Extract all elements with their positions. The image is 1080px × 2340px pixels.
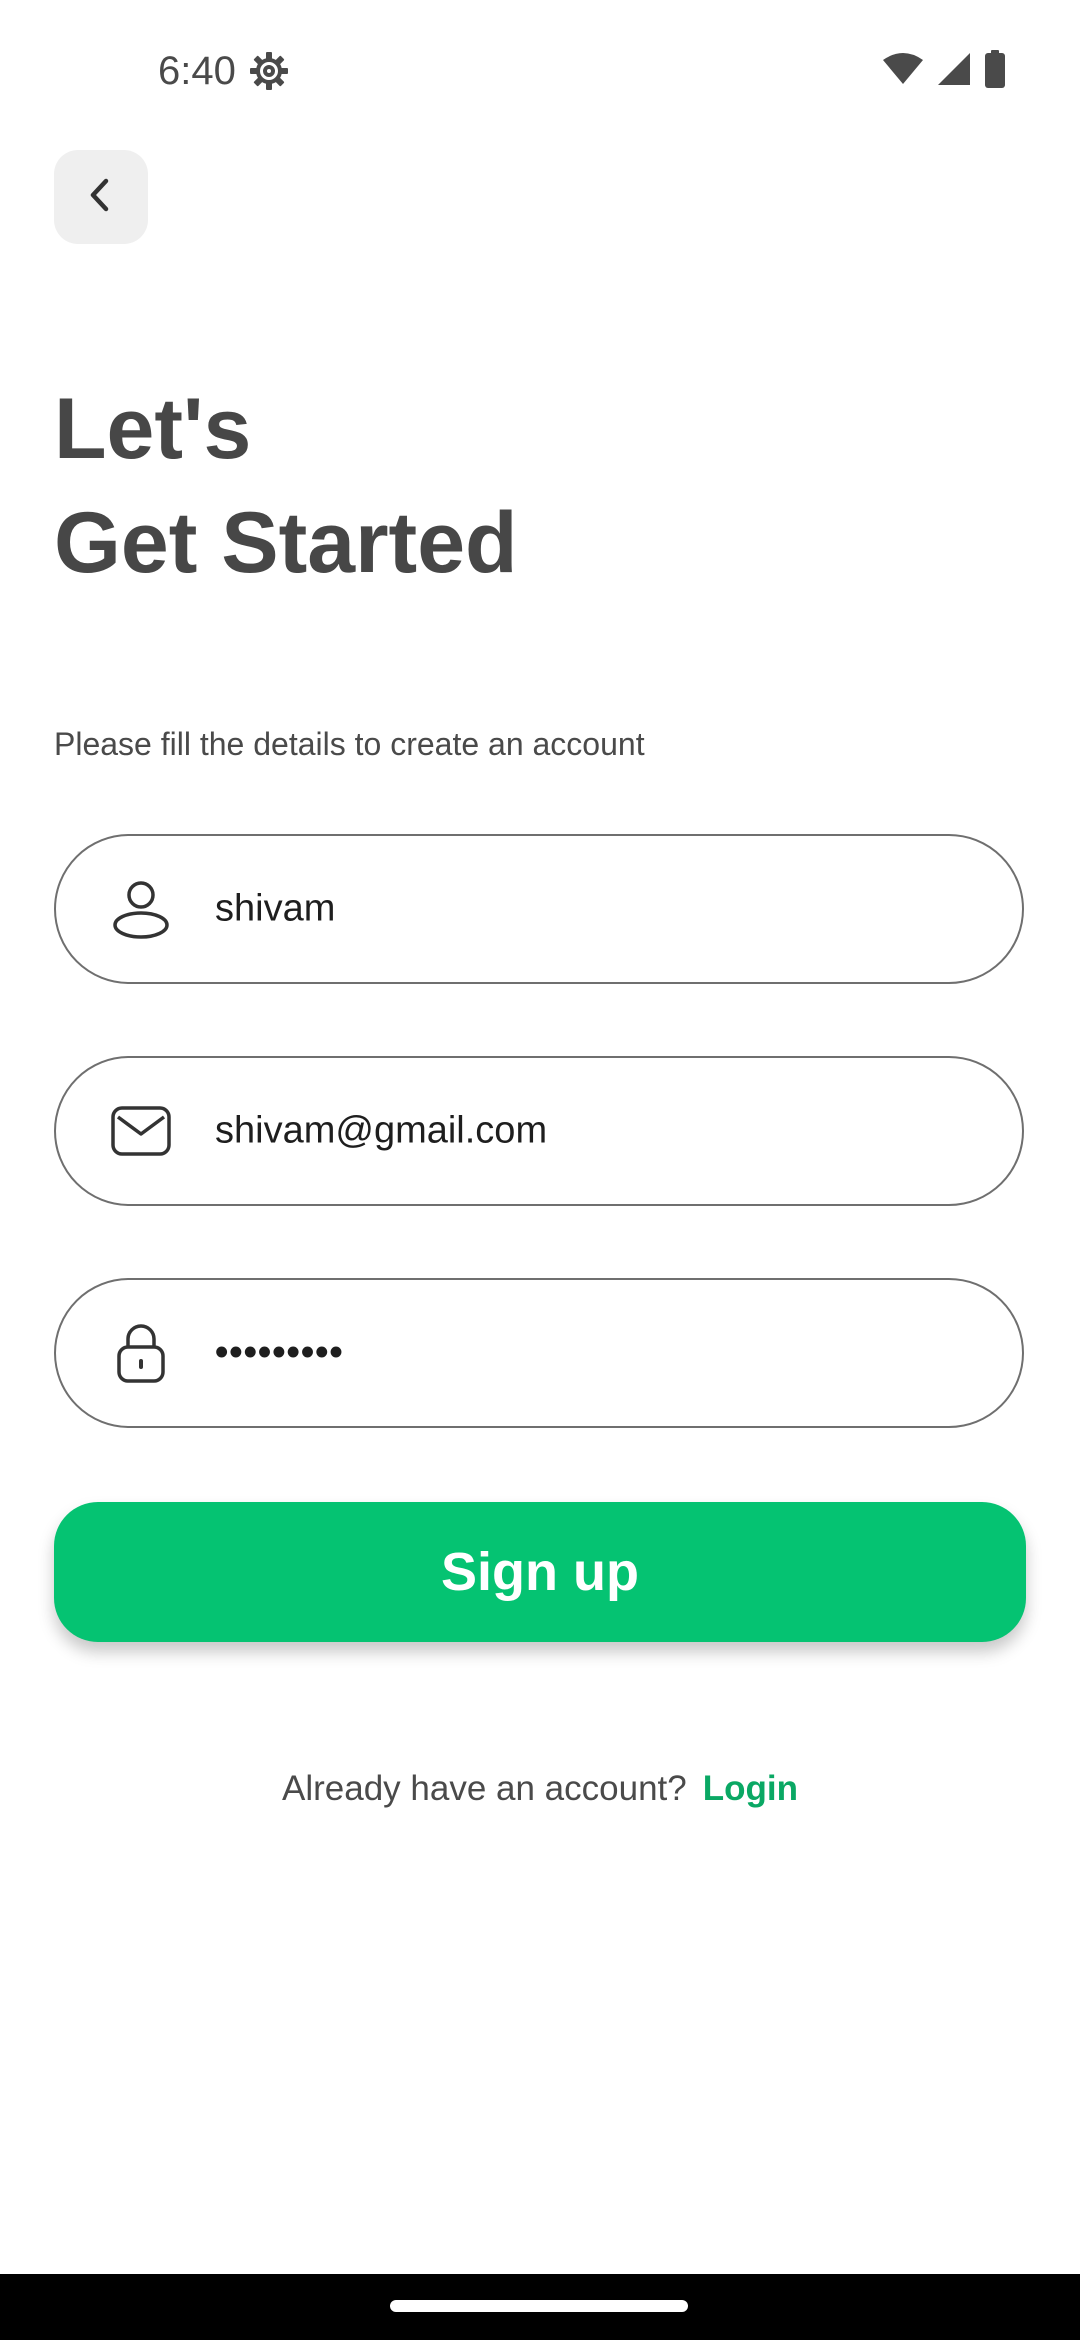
email-value: shivam@gmail.com bbox=[215, 1109, 548, 1152]
login-row: Already have an account? Login bbox=[0, 1764, 1080, 1814]
signup-button[interactable]: Sign up bbox=[54, 1502, 1026, 1642]
home-handle[interactable] bbox=[390, 2300, 688, 2312]
user-icon bbox=[108, 876, 174, 942]
status-time: 6:40 bbox=[158, 49, 236, 93]
signal-icon bbox=[936, 52, 972, 91]
back-button[interactable] bbox=[54, 150, 148, 244]
mail-icon bbox=[108, 1098, 174, 1164]
title-line-2: Get Started bbox=[54, 495, 518, 591]
email-field[interactable]: shivam@gmail.com bbox=[54, 1056, 1024, 1206]
battery-icon bbox=[984, 49, 1006, 93]
lock-icon bbox=[108, 1320, 174, 1386]
signup-screen: 6:40 Let's Get Started Please fill the d… bbox=[0, 0, 1080, 2340]
wifi-icon bbox=[882, 52, 924, 91]
name-field[interactable]: shivam bbox=[54, 834, 1024, 984]
page-title: Let's Get Started bbox=[54, 372, 518, 600]
login-prompt: Already have an account? bbox=[282, 1769, 687, 1808]
login-link[interactable]: Login bbox=[703, 1769, 798, 1808]
gear-icon bbox=[248, 50, 290, 92]
page-subtitle: Please fill the details to create an acc… bbox=[54, 726, 645, 762]
title-line-1: Let's bbox=[54, 381, 252, 477]
chevron-left-icon bbox=[81, 175, 121, 220]
password-field[interactable]: ••••••••• bbox=[54, 1278, 1024, 1428]
status-bar: 6:40 bbox=[0, 0, 1080, 140]
navigation-bar bbox=[0, 2274, 1080, 2340]
password-value: ••••••••• bbox=[215, 1331, 344, 1374]
status-icons bbox=[882, 49, 1006, 93]
name-value: shivam bbox=[215, 887, 336, 930]
